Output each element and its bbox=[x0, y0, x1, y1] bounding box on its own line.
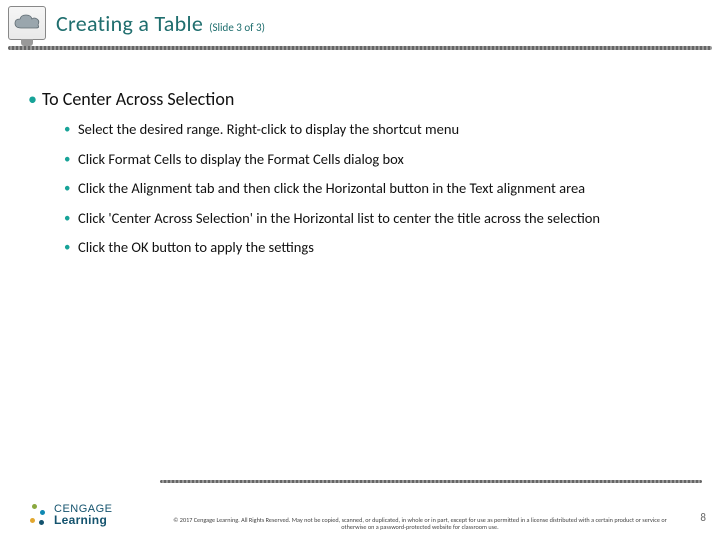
list-item: Click the OK button to apply the setting… bbox=[64, 238, 692, 258]
footer-divider bbox=[160, 480, 702, 483]
list-item: Click Format Cells to display the Format… bbox=[64, 150, 692, 170]
page-number: 8 bbox=[700, 511, 706, 524]
logo-line2: Learning bbox=[54, 515, 113, 526]
slide-content: To Center Across Selection Select the de… bbox=[0, 40, 720, 258]
list-item: Click 'Center Across Selection' in the H… bbox=[64, 209, 692, 229]
header-divider bbox=[8, 46, 712, 50]
heading-text: To Center Across Selection bbox=[42, 88, 234, 110]
logo-mark-icon bbox=[30, 504, 48, 526]
slide-subtitle: (Slide 3 of 3) bbox=[209, 21, 265, 34]
list-item: Select the desired range. Right-click to… bbox=[64, 120, 692, 140]
slide-title: Creating a Table bbox=[56, 10, 203, 37]
slide-header: Creating a Table (Slide 3 of 3) bbox=[0, 0, 720, 40]
content-heading: To Center Across Selection Select the de… bbox=[28, 88, 692, 258]
logo-text: CENGAGE Learning bbox=[54, 504, 113, 526]
slide-footer: CENGAGE Learning © 2017 Cengage Learning… bbox=[0, 480, 720, 540]
cengage-logo: CENGAGE Learning bbox=[30, 504, 113, 526]
copyright-text: © 2017 Cengage Learning. All Rights Rese… bbox=[160, 517, 680, 533]
cloud-icon bbox=[8, 6, 46, 40]
list-item: Click the Alignment tab and then click t… bbox=[64, 179, 692, 199]
title-wrap: Creating a Table (Slide 3 of 3) bbox=[56, 10, 265, 37]
